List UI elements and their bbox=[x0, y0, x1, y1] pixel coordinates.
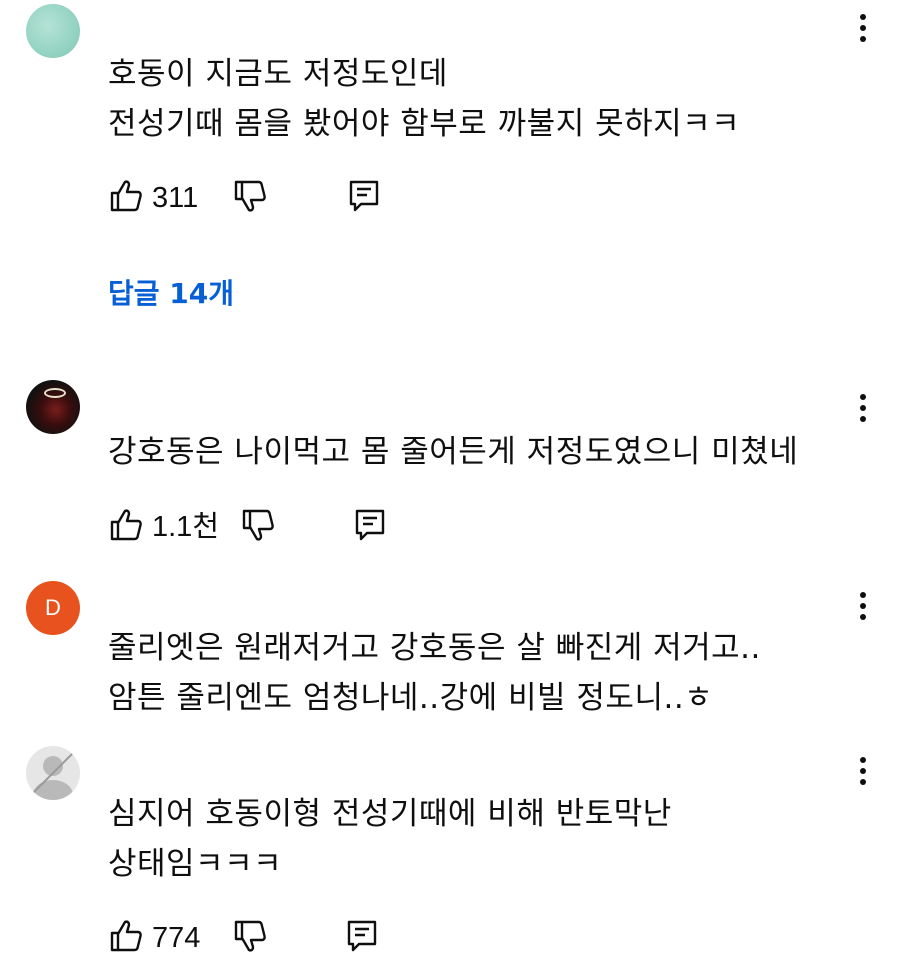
comment-text-line: 호동이 지금도 저정도인데 bbox=[108, 56, 448, 92]
comment-text-line: 줄리엣은 원래저거고 강호동은 살 빠진게 저거고.. bbox=[108, 630, 761, 666]
view-replies-button[interactable]: 답글 14개 bbox=[108, 274, 234, 314]
more-options-icon[interactable] bbox=[853, 588, 873, 624]
comment-text-line: 암튼 줄리엔도 엄청나네..강에 비빌 정도니..ㅎ bbox=[108, 680, 714, 716]
dislike-icon[interactable] bbox=[232, 918, 268, 954]
comment-actions: 774 bbox=[108, 918, 408, 958]
like-count: 1.1천 bbox=[152, 511, 219, 543]
letter-avatar[interactable]: D bbox=[26, 581, 80, 635]
comment-actions: 1.1천 bbox=[108, 507, 408, 547]
comment-actions: 311 bbox=[108, 178, 408, 218]
more-options-icon[interactable] bbox=[853, 10, 873, 46]
reply-icon[interactable] bbox=[352, 507, 388, 543]
like-icon[interactable] bbox=[108, 507, 144, 543]
reply-icon[interactable] bbox=[346, 178, 382, 214]
like-icon[interactable] bbox=[108, 918, 144, 954]
teal-texture-avatar[interactable] bbox=[26, 4, 80, 58]
comment-text-line: 강호동은 나이먹고 몸 줄어든게 저정도였으니 미쳤네 bbox=[108, 434, 799, 470]
dislike-icon[interactable] bbox=[240, 507, 276, 543]
default-user-avatar[interactable] bbox=[26, 746, 80, 800]
comment-text-line: 상태임ㅋㅋㅋ bbox=[108, 846, 283, 882]
comment-text-line: 전성기때 몸을 봤어야 함부로 까불지 못하지ㅋㅋ bbox=[108, 106, 741, 142]
avatar-letter: D bbox=[45, 595, 61, 620]
reply-icon[interactable] bbox=[344, 918, 380, 954]
dislike-icon[interactable] bbox=[232, 178, 268, 214]
like-icon[interactable] bbox=[108, 178, 144, 214]
like-count: 311 bbox=[152, 182, 199, 214]
dark-photo-avatar[interactable] bbox=[26, 380, 80, 434]
more-options-icon[interactable] bbox=[853, 390, 873, 426]
comment-text-line: 심지어 호동이형 전성기때에 비해 반토막난 bbox=[108, 796, 672, 832]
more-options-icon[interactable] bbox=[853, 753, 873, 789]
like-count: 774 bbox=[152, 922, 201, 954]
